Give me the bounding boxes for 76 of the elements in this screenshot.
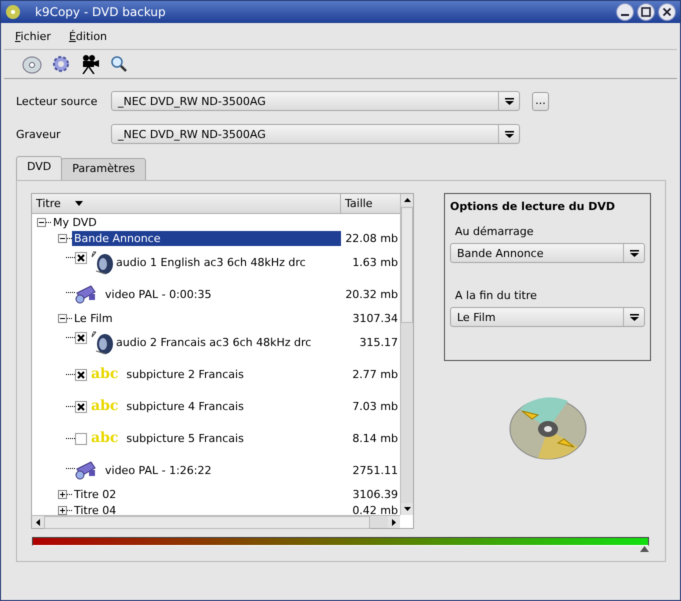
size-cell-text: 22.08 mb [344, 232, 399, 244]
tree-item[interactable]: Le Film [72, 310, 341, 326]
tab[interactable]: DVD [16, 156, 62, 180]
dropdown-arrow-icon [630, 314, 638, 320]
menu-item[interactable]: Fichier [15, 30, 51, 42]
group-title: Options de lecture du DVD [450, 200, 616, 213]
film-camera-icon[interactable] [80, 54, 100, 74]
scroll-right-arrow-icon[interactable] [392, 518, 396, 526]
cd-icon[interactable] [22, 54, 42, 74]
size-cell-text: 315.17 [358, 336, 399, 348]
tree-item[interactable]: video PAL - 1:26:22 [103, 462, 341, 478]
search-icon[interactable] [110, 55, 128, 73]
sort-arrow-icon [74, 201, 83, 206]
speaker-icon [90, 329, 114, 355]
source-label: Lecteur source [16, 94, 98, 108]
start-title-select[interactable]: Bande Annonce [450, 243, 645, 263]
tree-item[interactable]: Bande Annonce [72, 230, 341, 246]
column-header[interactable]: Titre [32, 194, 341, 213]
camcorder-icon [75, 284, 97, 304]
tree-item[interactable]: subpicture 2 Francais [124, 366, 341, 382]
size-cell-text: 1.63 mb [351, 256, 399, 268]
expand-toggle[interactable] [58, 506, 67, 514]
disc-icon [5, 4, 21, 20]
scroll-left-arrow-icon[interactable] [36, 518, 40, 526]
tree-item[interactable]: subpicture 4 Francais [124, 398, 341, 414]
horizontal-scrollbar[interactable] [32, 515, 400, 528]
size-cell-text: 2751.11 [352, 464, 399, 476]
scroll-down-arrow-icon[interactable] [404, 507, 410, 511]
tree-item[interactable]: Titre 02 [72, 486, 341, 502]
checkbox[interactable] [75, 400, 87, 412]
tree-item[interactable]: Titre 04 [72, 502, 341, 515]
start-label: Au démarrage [455, 225, 535, 238]
window-title: k9Copy - DVD backup [35, 5, 167, 19]
tree-item[interactable]: audio 1 English ac3 6ch 48kHz drc [114, 254, 341, 270]
checkbox[interactable] [75, 432, 87, 444]
expand-toggle[interactable] [58, 490, 67, 498]
subtitle-icon: abc [91, 366, 118, 382]
tab[interactable]: Paramètres [61, 158, 146, 180]
burner-label: Graveur [16, 128, 62, 140]
scroll-up-arrow-icon[interactable] [404, 198, 410, 202]
speaker-icon [90, 249, 114, 275]
end-label: A la fin du titre [455, 289, 538, 302]
menu-item[interactable]: Édition [68, 30, 108, 42]
tree-item[interactable]: video PAL - 0:00:35 [103, 286, 341, 302]
close-button[interactable] [658, 3, 676, 21]
burner-select[interactable]: _NEC DVD_RW ND-3500AG [111, 124, 520, 144]
subtitle-icon: abc [91, 398, 118, 414]
end-title-select[interactable]: Le Film [450, 307, 645, 327]
checkbox[interactable] [75, 332, 87, 344]
collapse-toggle[interactable] [58, 234, 67, 242]
column-header[interactable]: Taille [341, 194, 400, 213]
collapse-toggle[interactable] [58, 314, 67, 322]
checkbox[interactable] [75, 252, 87, 264]
dropdown-arrow-icon [630, 250, 638, 256]
tree-item[interactable]: audio 2 Francais ac3 6ch 48kHz drc [114, 334, 341, 350]
size-cell-text: 20.32 mb [344, 288, 399, 300]
size-cell-text: 8.14 mb [351, 432, 399, 444]
minimize-button[interactable] [616, 3, 634, 21]
collapse-toggle[interactable] [37, 218, 46, 226]
tree-item[interactable]: subpicture 5 Francais [124, 430, 341, 446]
vertical-scrollbar[interactable] [400, 194, 413, 515]
maximize-button[interactable] [637, 3, 655, 21]
browse-button[interactable]: ... [532, 92, 549, 110]
size-cell-text: 0.42 mb [351, 504, 399, 515]
subtitle-icon: abc [91, 430, 118, 446]
checkbox[interactable] [75, 368, 87, 380]
camcorder-icon [75, 460, 97, 480]
gear-icon[interactable] [52, 55, 70, 73]
size-cell-text: 2.77 mb [351, 368, 399, 380]
dropdown-arrow-icon [504, 98, 514, 104]
tree-item[interactable]: My DVD [51, 214, 341, 230]
size-cell-text: 7.03 mb [351, 400, 399, 412]
dropdown-arrow-icon [504, 130, 514, 138]
source-drive-select[interactable]: _NEC DVD_RW ND-3500AG [111, 91, 520, 111]
size-cell-text: 3106.39 [352, 488, 399, 500]
size-cell-text: 3107.34 [352, 312, 399, 324]
